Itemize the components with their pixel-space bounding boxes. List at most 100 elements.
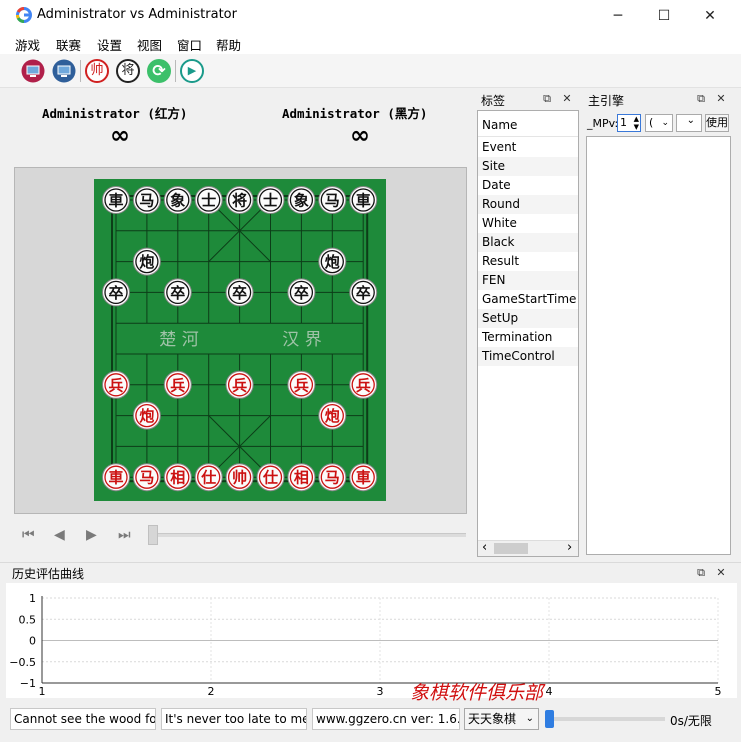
scroll-right-icon[interactable]: › xyxy=(567,540,572,555)
red-piece[interactable]: 兵 xyxy=(225,370,254,399)
first-move-button[interactable]: ⏮ xyxy=(22,527,42,545)
tags-float-icon[interactable]: ⧉ xyxy=(540,92,554,106)
tag-item[interactable]: FEN xyxy=(478,271,578,290)
menu-view[interactable]: 视图 xyxy=(137,35,162,54)
black-piece[interactable]: 炮 xyxy=(318,247,347,276)
tag-item[interactable]: Event xyxy=(478,138,578,157)
play-icon[interactable]: ▶ xyxy=(180,59,204,83)
tags-scroll-thumb[interactable] xyxy=(494,543,528,554)
red-piece[interactable]: 兵 xyxy=(287,370,316,399)
black-piece[interactable]: 卒 xyxy=(163,278,192,307)
menu-league[interactable]: 联赛 xyxy=(56,35,81,54)
red-piece[interactable]: 仕 xyxy=(194,463,223,492)
red-piece[interactable]: 車 xyxy=(102,463,130,492)
black-piece[interactable]: 象 xyxy=(163,186,192,214)
black-piece[interactable]: 卒 xyxy=(287,278,316,307)
xiangqi-board[interactable]: 楚 河 汉 界 車马象士将士象马車炮 炮卒卒卒卒卒兵兵兵兵兵炮 炮車马相仕帅仕相马車 xyxy=(94,179,386,501)
speed-slider-track[interactable] xyxy=(545,717,665,721)
y-tick-label: 1 xyxy=(29,592,36,605)
black-piece[interactable]: 马 xyxy=(132,186,161,214)
tags-scrollbar[interactable] xyxy=(478,540,578,556)
menu-help[interactable]: 帮助 xyxy=(216,35,241,54)
x-tick-label: 4 xyxy=(546,685,553,698)
black-piece[interactable]: 象 xyxy=(287,186,316,214)
chevron-down-icon: ⌄ xyxy=(525,713,534,724)
tag-item[interactable]: Black xyxy=(478,233,578,252)
black-piece[interactable]: 卒 xyxy=(349,278,378,307)
engine-close-icon[interactable]: ✕ xyxy=(714,92,728,106)
black-piece[interactable]: 将 xyxy=(225,186,254,214)
tag-item[interactable]: Result xyxy=(478,252,578,271)
tag-item[interactable]: White xyxy=(478,214,578,233)
history-close-icon[interactable]: ✕ xyxy=(714,566,728,580)
piece-label: 马 xyxy=(139,469,154,487)
black-piece[interactable]: 車 xyxy=(349,186,378,214)
tags-column-header[interactable]: Name xyxy=(478,114,578,137)
close-button[interactable]: ✕ xyxy=(687,0,733,32)
tag-item[interactable]: Date xyxy=(478,176,578,195)
red-piece[interactable]: 马 xyxy=(318,463,347,492)
red-piece[interactable]: 炮 xyxy=(318,401,347,430)
red-piece[interactable]: 相 xyxy=(287,463,316,492)
red-piece[interactable]: 仕 xyxy=(256,463,285,492)
window-title: Administrator vs Administrator xyxy=(37,7,237,22)
red-piece[interactable]: 車 xyxy=(349,463,378,492)
last-move-button[interactable]: ⏭ xyxy=(118,527,138,545)
tag-item[interactable]: GameStartTime xyxy=(478,290,578,309)
scroll-left-icon[interactable]: ‹ xyxy=(482,540,487,555)
river-label-left: 楚 河 xyxy=(159,330,198,350)
move-slider-track[interactable] xyxy=(148,533,466,537)
maximize-button[interactable]: ☐ xyxy=(641,0,687,32)
engine-output-area xyxy=(586,136,731,555)
prev-move-button[interactable]: ◀ xyxy=(54,527,74,545)
red-piece[interactable]: 马 xyxy=(132,463,161,492)
game-type-select[interactable]: 天天象棋 ⌄ xyxy=(464,708,539,730)
refresh-icon[interactable]: ⟳ xyxy=(147,59,171,83)
black-piece[interactable]: 車 xyxy=(102,186,130,214)
use-engine-button[interactable]: 使用 xyxy=(705,114,729,132)
black-piece[interactable]: 士 xyxy=(194,186,223,214)
engine-panel-title: 主引擎 xyxy=(588,94,625,108)
watermark-text: 象棋软件俱乐部 xyxy=(410,682,544,704)
red-piece[interactable]: 兵 xyxy=(102,370,130,399)
engine-select-1[interactable]: (⌄ xyxy=(645,114,673,132)
piece-label: 炮 xyxy=(325,253,340,271)
minimize-button[interactable]: ─ xyxy=(595,0,641,32)
engine-select-2[interactable]: ⌄ xyxy=(676,114,702,132)
next-move-button[interactable]: ▶ xyxy=(86,527,106,545)
tag-item[interactable]: TimeControl xyxy=(478,347,578,366)
black-piece[interactable]: 炮 xyxy=(132,247,161,276)
piece-label: 帅 xyxy=(232,469,247,487)
black-general-icon[interactable]: 将 xyxy=(116,59,140,83)
speed-slider-thumb[interactable] xyxy=(545,710,554,728)
piece-label: 仕 xyxy=(262,469,278,487)
black-piece[interactable]: 卒 xyxy=(102,278,130,307)
history-float-icon[interactable]: ⧉ xyxy=(694,566,708,580)
red-piece[interactable]: 兵 xyxy=(349,370,378,399)
move-slider-thumb[interactable] xyxy=(148,525,158,545)
mpv-spinbox[interactable]: 1 ▲ ▼ xyxy=(617,114,641,132)
red-piece[interactable]: 帅 xyxy=(225,463,254,492)
menu-settings[interactable]: 设置 xyxy=(97,35,122,54)
red-piece[interactable]: 兵 xyxy=(163,370,192,399)
black-piece[interactable]: 卒 xyxy=(225,278,254,307)
black-piece[interactable]: 马 xyxy=(318,186,347,214)
tags-close-icon[interactable]: ✕ xyxy=(560,92,574,106)
computer-red-icon[interactable] xyxy=(21,59,45,83)
black-piece[interactable]: 士 xyxy=(256,186,285,214)
menu-window[interactable]: 窗口 xyxy=(177,35,202,54)
red-piece[interactable]: 相 xyxy=(163,463,192,492)
menu-game[interactable]: 游戏 xyxy=(15,35,40,54)
tag-item[interactable]: Termination xyxy=(478,328,578,347)
red-king-icon[interactable]: 帅 xyxy=(85,59,109,83)
tag-item[interactable]: Site xyxy=(478,157,578,176)
engine-float-icon[interactable]: ⧉ xyxy=(694,92,708,106)
piece-label: 炮 xyxy=(139,253,154,271)
piece-label: 兵 xyxy=(356,376,371,394)
tag-item[interactable]: SetUp xyxy=(478,309,578,328)
tag-item[interactable]: Round xyxy=(478,195,578,214)
computer-blue-icon[interactable] xyxy=(52,59,76,83)
red-piece[interactable]: 炮 xyxy=(132,401,161,430)
piece-label: 将 xyxy=(232,192,247,210)
piece-label: 马 xyxy=(139,192,154,210)
